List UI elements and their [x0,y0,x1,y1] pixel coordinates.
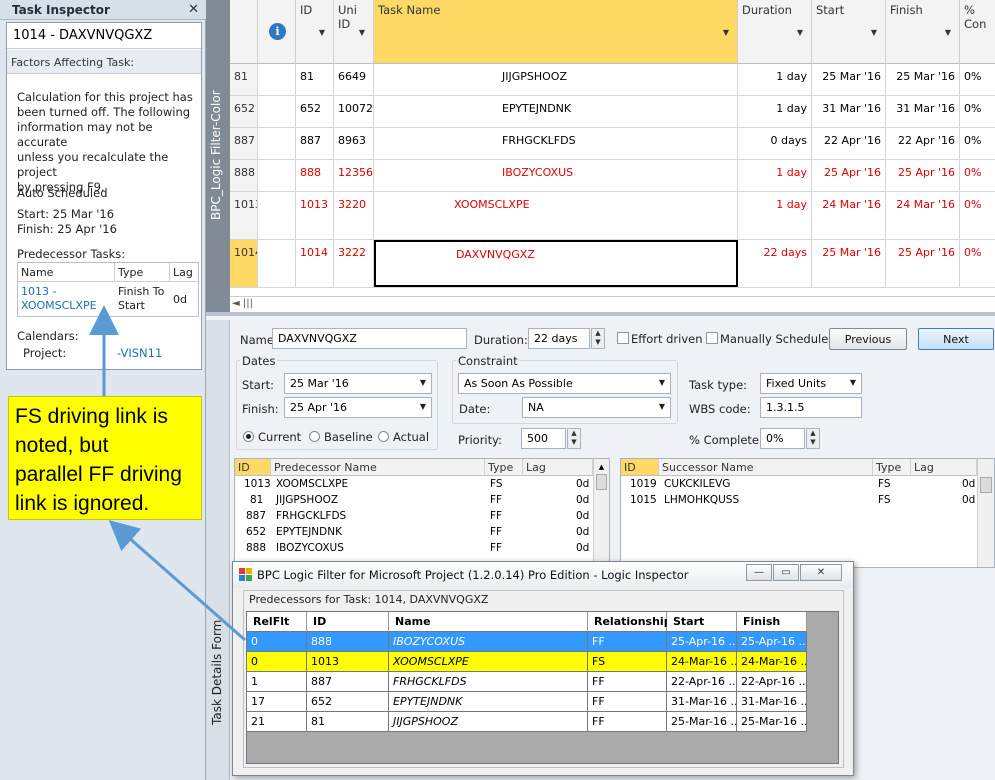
arrow-to-callout [108,520,246,642]
annotation-arrows [89,305,246,642]
